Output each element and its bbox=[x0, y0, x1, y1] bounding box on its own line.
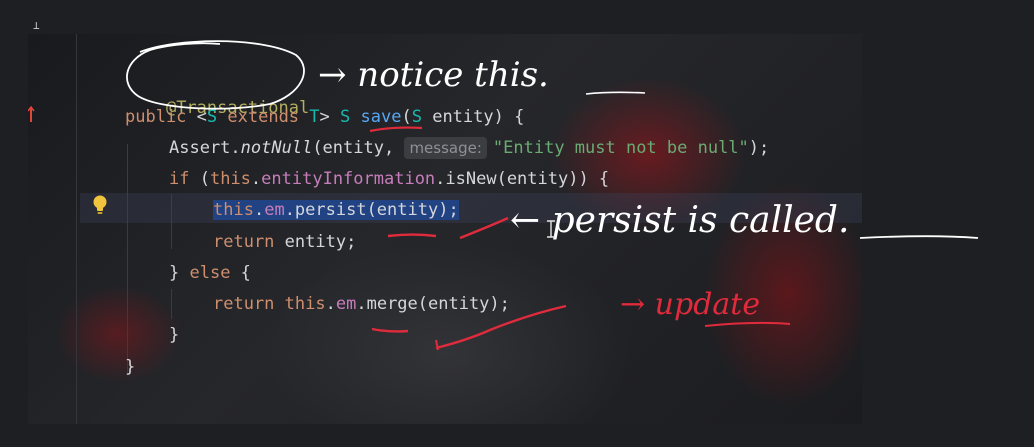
code-token: .isNew(entity)) { bbox=[435, 169, 610, 189]
code-token: .persist(entity); bbox=[284, 200, 459, 220]
method-name-token: save bbox=[360, 107, 402, 127]
type-param-token: S bbox=[411, 107, 422, 127]
code-line-9: } bbox=[169, 324, 179, 346]
code-line-7: } else { bbox=[169, 262, 251, 284]
code-token: entity; bbox=[274, 232, 357, 252]
current-line-highlight bbox=[80, 193, 862, 223]
code-token: ( bbox=[401, 107, 412, 127]
pin-icon: ⊥ bbox=[33, 19, 40, 32]
code-token: . bbox=[325, 294, 336, 314]
code-token: } bbox=[125, 357, 136, 377]
indent-guide bbox=[127, 144, 128, 374]
string-token: "Entity must not be null" bbox=[492, 138, 749, 158]
code-token: < bbox=[186, 107, 207, 127]
override-marker-icon[interactable] bbox=[28, 104, 36, 124]
code-token: . bbox=[253, 200, 265, 220]
code-token: ); bbox=[748, 138, 770, 158]
code-token: .merge(entity); bbox=[356, 294, 510, 314]
type-param-token: T bbox=[309, 107, 320, 127]
field-token: em bbox=[335, 294, 357, 314]
field-token: entityInformation bbox=[261, 169, 436, 189]
keyword-token: if bbox=[169, 169, 190, 189]
parameter-hint: message: bbox=[404, 137, 487, 159]
code-token: } bbox=[169, 263, 190, 283]
code-token: entity) { bbox=[421, 107, 525, 127]
type-param-token: S bbox=[206, 107, 218, 127]
code-line-10: } bbox=[125, 356, 135, 378]
lightbulb-icon[interactable] bbox=[92, 194, 110, 218]
keyword-token: return bbox=[213, 232, 275, 252]
indent-guide bbox=[171, 289, 172, 319]
static-call-token: notNull bbox=[240, 138, 313, 158]
gutter-divider bbox=[76, 34, 77, 424]
code-line-6: return entity; bbox=[213, 231, 356, 253]
code-line-5: this.em.persist(entity); bbox=[213, 199, 459, 221]
keyword-token: this bbox=[209, 169, 251, 189]
code-line-4: if (this.entityInformation.isNew(entity)… bbox=[169, 168, 609, 190]
code-line-8: return this.em.merge(entity); bbox=[213, 293, 510, 315]
keyword-token: public bbox=[125, 107, 187, 127]
code-token: > bbox=[319, 107, 341, 127]
code-token: Assert. bbox=[169, 138, 241, 158]
keyword-token: else bbox=[189, 263, 231, 283]
keyword-token: return bbox=[213, 294, 275, 314]
code-line-3: Assert.notNull(entity, message: "Entity m… bbox=[169, 137, 769, 159]
code-token: . bbox=[250, 169, 262, 189]
keyword-token: this bbox=[213, 200, 254, 220]
selected-code[interactable]: this.em.persist(entity); bbox=[213, 200, 459, 220]
code-token: (entity, bbox=[312, 138, 405, 158]
code-line-2: public <S extends T> S save(S entity) { bbox=[125, 106, 524, 128]
code-token: } bbox=[169, 325, 180, 345]
code-token: ( bbox=[189, 169, 210, 189]
type-param-token: S bbox=[340, 107, 351, 127]
ink-underline bbox=[859, 235, 979, 239]
code-token: { bbox=[230, 263, 251, 283]
code-editor[interactable]: @Transactional public <S extends T> S sa… bbox=[28, 34, 862, 424]
keyword-token: this bbox=[284, 294, 326, 314]
keyword-token: extends bbox=[217, 107, 310, 127]
field-token: em bbox=[264, 200, 285, 220]
